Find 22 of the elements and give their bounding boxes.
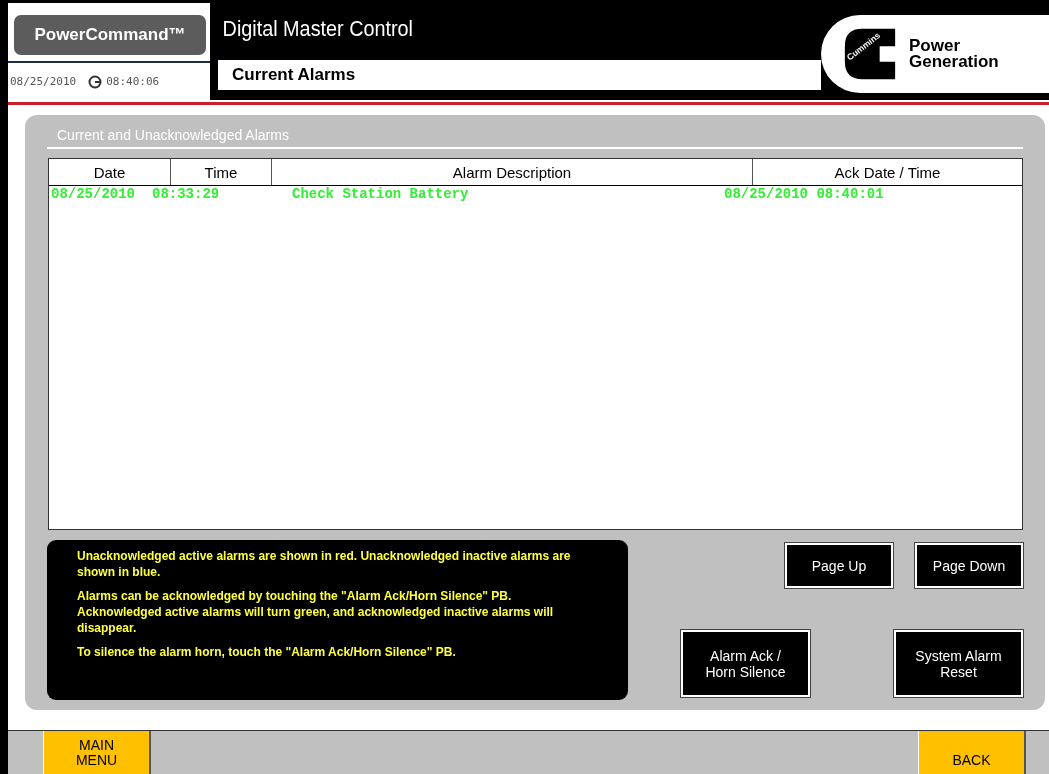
- column-header: Date: [49, 159, 171, 185]
- brand-badge: PowerCommand™: [14, 15, 206, 55]
- date-text: 08/25/2010: [10, 75, 77, 88]
- app-title: Digital Master Control: [221, 15, 414, 43]
- table-cell-text: 08/25/2010 08:40:01: [723, 186, 885, 202]
- column-header: Alarm Description: [272, 159, 753, 185]
- page-up-button[interactable]: Page Up: [785, 543, 893, 588]
- table-cell-text: 08:33:29: [151, 186, 221, 202]
- clock-icon: [88, 74, 103, 89]
- column-header: Time: [171, 159, 272, 185]
- column-header: Ack Date / Time: [833, 162, 942, 183]
- alarm-reset-button[interactable]: System Alarm Reset: [894, 630, 1023, 697]
- alarm-ack-button[interactable]: Alarm Ack / Horn Silence: [681, 630, 810, 697]
- main-menu-button[interactable]: MAIN MENU: [43, 731, 151, 774]
- panel-title: Current and Unacknowledged Alarms: [47, 127, 1023, 149]
- info-text: Alarms can be acknowledged by touching the "Alarm Ack/Horn Silence" PB. Acknowledged active alarms will turn green, and acknowledged inactive alarms will disappear.: [77, 588, 555, 636]
- page-down-button[interactable]: Page Down: [915, 543, 1023, 588]
- screen-title: Current Alarms: [218, 60, 821, 90]
- back-button[interactable]: BACK: [918, 731, 1026, 774]
- info-text: To silence the alarm horn, touch the "Alarm Ack/Horn Silence" PB.: [77, 644, 457, 660]
- info-text: Unacknowledged active alarms are shown in red. Unacknowledged inactive alarms are shown in blue.: [77, 548, 572, 580]
- time-text: 08:40:06: [106, 75, 160, 88]
